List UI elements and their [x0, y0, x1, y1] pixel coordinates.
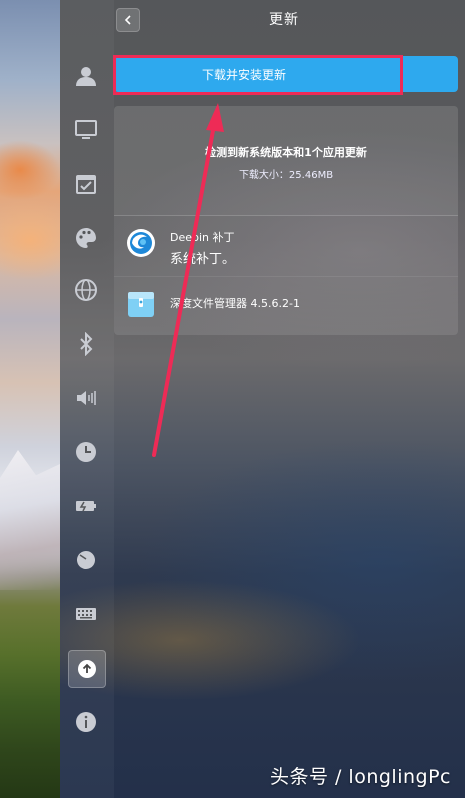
deepin-logo-icon	[127, 229, 155, 257]
mouse-icon	[77, 551, 95, 569]
monitor-icon	[75, 120, 97, 139]
keyboard-icon	[76, 608, 96, 620]
desktop-wallpaper	[0, 0, 60, 798]
annotation-highlight-box	[113, 55, 403, 95]
palette-icon	[76, 228, 96, 248]
file-manager-icon	[128, 292, 154, 317]
sidebar-item-network[interactable]	[68, 272, 104, 308]
user-icon	[76, 67, 96, 86]
update-item-description: 系统补丁。	[170, 252, 236, 267]
sidebar-item-keyboard[interactable]	[68, 596, 104, 632]
update-item-name: Deepin 补丁	[170, 231, 235, 244]
download-size: 下载大小：25.46MB	[238, 170, 334, 181]
globe-icon	[75, 279, 97, 301]
update-summary-card: 检测到新系统版本和1个应用更新 下载大小：25.46MB	[114, 106, 458, 216]
page-title: 更新	[269, 12, 299, 28]
sidebar-item-system-info[interactable]	[68, 704, 104, 740]
info-icon	[76, 712, 96, 732]
sidebar-item-accounts[interactable]	[68, 58, 104, 94]
battery-icon	[76, 501, 96, 512]
calendar-check-icon	[76, 175, 96, 194]
update-summary-title: 检测到新系统版本和1个应用更新	[205, 146, 367, 159]
sidebar-item-default-apps[interactable]	[68, 166, 104, 202]
sidebar	[60, 0, 114, 798]
sidebar-item-bluetooth[interactable]	[68, 326, 104, 362]
clock-icon	[76, 442, 96, 462]
update-item-deepin: Deepin 补丁 系统补丁。	[114, 215, 458, 276]
watermark-text: 头条号 / longlingPc	[269, 766, 451, 788]
bluetooth-icon	[80, 332, 93, 356]
sidebar-item-sound[interactable]	[68, 380, 104, 416]
sidebar-item-display[interactable]	[68, 112, 104, 148]
sidebar-item-power[interactable]	[68, 488, 104, 524]
sidebar-item-personalization[interactable]	[68, 220, 104, 256]
sidebar-item-time[interactable]	[68, 434, 104, 470]
update-item-name: 深度文件管理器 4.5.6.2-1	[170, 297, 300, 310]
mountain-peak	[0, 450, 60, 590]
speaker-icon	[77, 391, 96, 405]
update-item-file-manager: 深度文件管理器 4.5.6.2-1	[114, 276, 458, 335]
update-arrow-icon	[78, 660, 96, 678]
sidebar-item-update[interactable]	[68, 650, 106, 688]
sidebar-item-mouse[interactable]	[68, 542, 104, 578]
